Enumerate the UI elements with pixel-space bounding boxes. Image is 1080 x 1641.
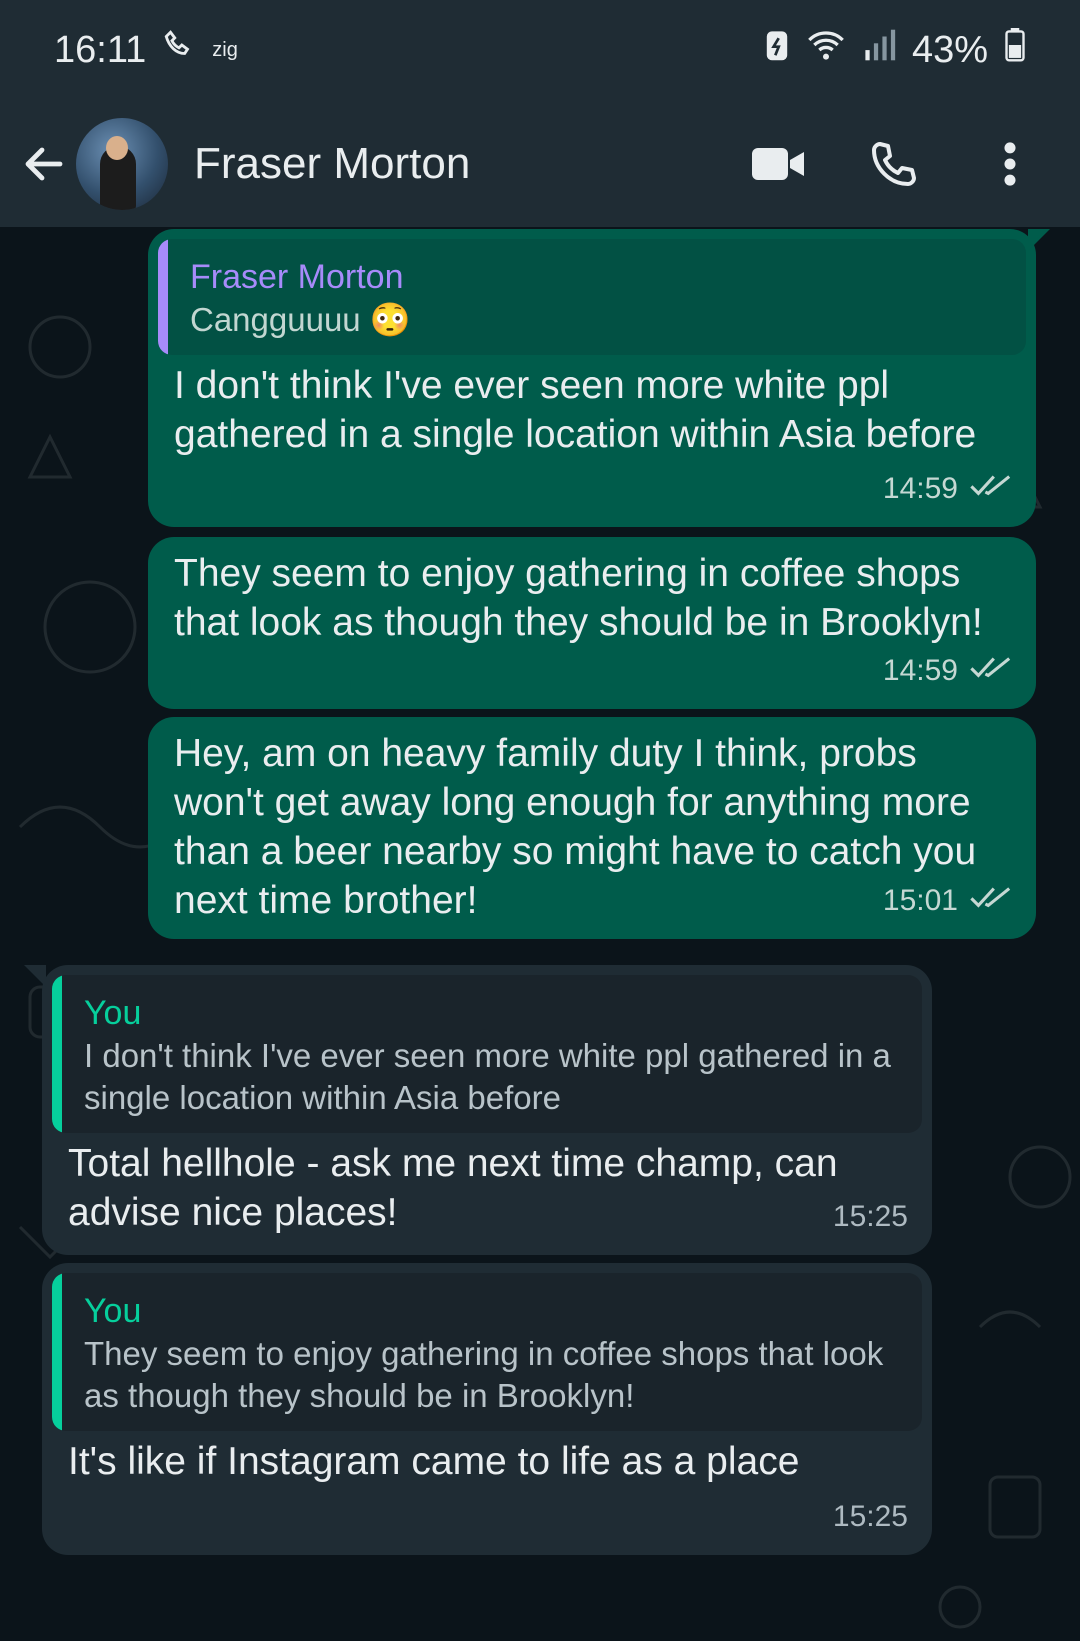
reply-author: You xyxy=(84,1292,142,1330)
message-time: 14:59 xyxy=(882,472,958,505)
message-text: They seem to enjoy gathering in coffee s… xyxy=(174,552,983,644)
message-text: It's like if Instagram came to life as a… xyxy=(68,1440,800,1483)
reply-quote[interactable]: You They seem to enjoy gathering in coff… xyxy=(52,1273,922,1431)
signal-icon xyxy=(862,28,896,72)
top-bar: 16:11 zig 43% Fraser Morton xyxy=(0,0,1080,227)
message-bubble-outgoing[interactable]: Fraser Morton Cangguuuu 😳 I don't think … xyxy=(148,229,1050,527)
message-bubble-incoming[interactable]: You I don't think I've ever seen more wh… xyxy=(24,965,932,1255)
battery-percent: 43% xyxy=(911,28,988,71)
back-arrow-icon[interactable] xyxy=(20,140,68,188)
carrier-label: zig xyxy=(212,38,238,61)
message-time: 15:25 xyxy=(832,1200,908,1233)
video-call-icon[interactable] xyxy=(748,134,808,194)
message-text: I don't think I've ever seen more white … xyxy=(174,364,977,456)
message-bubble-incoming[interactable]: You They seem to enjoy gathering in coff… xyxy=(42,1263,932,1555)
chat-area[interactable]: Fraser Morton Cangguuuu 😳 I don't think … xyxy=(0,227,1080,1641)
message-bubble-outgoing[interactable]: Hey, am on heavy family duty I think, pr… xyxy=(148,717,1036,939)
bubble-tail xyxy=(24,965,46,987)
bubble-tail xyxy=(1028,229,1050,251)
avatar-head-shape xyxy=(106,135,128,160)
message-meta: 14:59 xyxy=(883,464,1012,513)
reply-quote[interactable]: Fraser Morton Cangguuuu 😳 xyxy=(158,239,1026,355)
message-meta: 15:01 xyxy=(883,876,1012,925)
message-text: Total hellhole - ask me next time champ,… xyxy=(68,1142,838,1234)
message-bubble-outgoing[interactable]: They seem to enjoy gathering in coffee s… xyxy=(148,537,1036,709)
more-options-icon[interactable] xyxy=(980,134,1040,194)
contact-avatar[interactable] xyxy=(76,117,168,210)
message-meta: 15:25 xyxy=(833,1492,908,1541)
reply-text: Cangguuuu 😳 xyxy=(190,301,411,338)
double-check-icon xyxy=(970,876,1012,925)
message-meta: 15:25 xyxy=(833,1192,908,1241)
battery-saver-icon xyxy=(764,28,790,72)
wifi-calling-icon xyxy=(162,28,196,72)
reply-text: They seem to enjoy gathering in coffee s… xyxy=(84,1335,884,1414)
double-check-icon xyxy=(970,464,1012,513)
battery-icon xyxy=(1004,28,1026,72)
wifi-icon xyxy=(806,28,846,72)
message-time: 15:25 xyxy=(832,1500,908,1533)
status-bar: 16:11 zig 43% xyxy=(0,0,1080,100)
voice-call-icon[interactable] xyxy=(864,134,924,194)
message-time: 15:01 xyxy=(882,884,958,917)
reply-text: I don't think I've ever seen more white … xyxy=(84,1037,891,1116)
chat-header: Fraser Morton xyxy=(0,100,1080,227)
reply-quote[interactable]: You I don't think I've ever seen more wh… xyxy=(52,975,922,1133)
status-time: 16:11 xyxy=(54,28,147,71)
message-time: 14:59 xyxy=(882,654,958,687)
double-check-icon xyxy=(970,646,1012,695)
contact-name[interactable]: Fraser Morton xyxy=(194,139,748,189)
message-meta: 14:59 xyxy=(883,646,1012,695)
reply-author: You xyxy=(84,994,142,1032)
reply-author: Fraser Morton xyxy=(190,258,404,296)
